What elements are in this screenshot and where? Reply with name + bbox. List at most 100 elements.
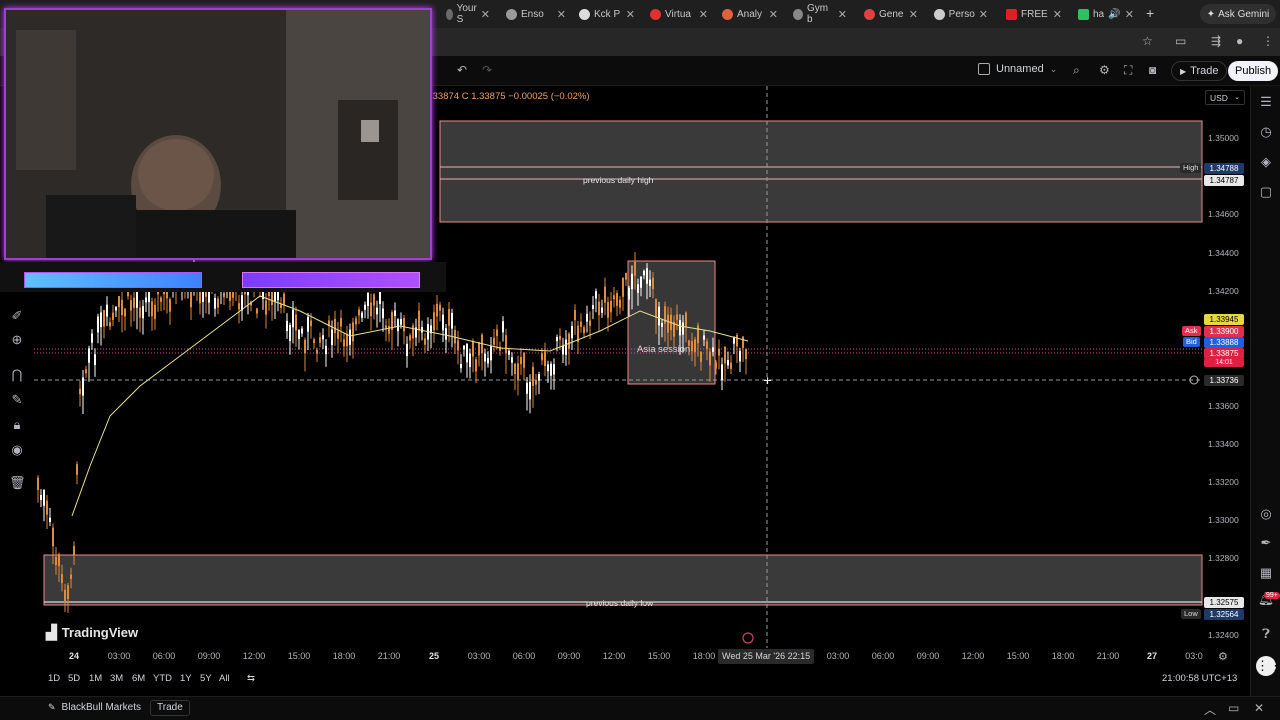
- ruler-icon[interactable]: ✐: [9, 308, 25, 324]
- time-tick: 06:00: [512, 651, 536, 661]
- candle-body: [502, 321, 504, 333]
- clock-timezone[interactable]: 21:00:58 UTC+13: [1162, 673, 1237, 684]
- range-1m[interactable]: 1M: [89, 673, 102, 684]
- search-icon[interactable]: ⌕: [1073, 63, 1080, 78]
- webcam-overlay: [0, 0, 446, 292]
- tab-favicon-icon: [1006, 8, 1017, 20]
- browser-tab[interactable]: Virtua ✕: [644, 3, 714, 25]
- browser-tab[interactable]: FREE ✕: [1000, 3, 1068, 25]
- range-1y[interactable]: 1Y: [180, 673, 192, 684]
- browser-tab[interactable]: Gym b ✕: [787, 3, 853, 25]
- candle-body: [589, 320, 591, 326]
- browser-tab[interactable]: Gene ✕: [858, 3, 924, 25]
- undo-icon[interactable]: ↶: [457, 63, 467, 77]
- close-icon[interactable]: ✕: [481, 8, 490, 21]
- speaker-icon[interactable]: 🔊: [1108, 9, 1120, 20]
- close-icon[interactable]: ✕: [699, 8, 708, 21]
- candle-body: [370, 302, 372, 317]
- pencil-lock-icon[interactable]: ✎: [9, 392, 25, 408]
- new-tab-button[interactable]: +: [1146, 5, 1154, 21]
- broker-trade-button[interactable]: Trade: [150, 700, 190, 716]
- target-icon[interactable]: ◎: [1257, 506, 1275, 522]
- magnet-icon[interactable]: ⋂: [9, 367, 25, 383]
- camera-icon[interactable]: ◙: [1149, 63, 1156, 77]
- lock-icon[interactable]: 🔒︎: [9, 417, 25, 433]
- chat-icon[interactable]: ▢: [1257, 184, 1275, 200]
- axis-settings-icon[interactable]: ⚙: [1218, 650, 1228, 663]
- close-icon[interactable]: ✕: [838, 8, 847, 21]
- close-icon[interactable]: ✕: [909, 8, 918, 21]
- range-all[interactable]: All: [219, 673, 230, 684]
- pen-tool-icon[interactable]: ✒: [1257, 535, 1275, 551]
- extensions-icon[interactable]: ⇶: [1211, 34, 1221, 48]
- close-icon[interactable]: ✕: [769, 8, 778, 21]
- browser-tab[interactable]: Perso ✕: [928, 3, 994, 25]
- time-tick: 21:00: [377, 651, 401, 661]
- ask-gemini-button[interactable]: ✦ Ask Gemini: [1200, 4, 1276, 24]
- range-3m[interactable]: 3M: [110, 673, 123, 684]
- range-1d[interactable]: 1D: [48, 673, 60, 684]
- range-6m[interactable]: 6M: [132, 673, 145, 684]
- candle-body: [568, 333, 570, 349]
- trash-icon[interactable]: 🗑︎: [9, 475, 26, 491]
- range-ytd[interactable]: YTD: [153, 673, 172, 684]
- broker-bar: ✎ BlackBull Markets Trade ︿ ▭ ✕: [0, 696, 1280, 720]
- layout-name-dropdown[interactable]: Unnamed ⌄: [978, 63, 1057, 75]
- browser-tab[interactable]: Enso ✕: [500, 3, 572, 25]
- date-range-icon[interactable]: ⇆: [247, 673, 255, 684]
- candle-body: [715, 362, 717, 369]
- time-tick: 09:00: [557, 651, 581, 661]
- close-icon[interactable]: ✕: [1125, 8, 1134, 21]
- candle-body: [661, 322, 663, 327]
- candle-body: [580, 321, 582, 327]
- settings-icon[interactable]: ⚙: [1099, 63, 1110, 77]
- eye-icon[interactable]: ◉: [9, 442, 25, 458]
- candle-body: [478, 342, 480, 356]
- candle-body: [523, 352, 525, 368]
- bookmark-star-icon[interactable]: ☆: [1142, 34, 1153, 48]
- watchlist-icon[interactable]: ☰: [1257, 94, 1275, 110]
- zoom-in-icon[interactable]: ⊕: [9, 332, 25, 348]
- close-icon[interactable]: ✕: [557, 8, 566, 21]
- time-axis[interactable]: 24 03:00 06:00 09:00 12:00 15:00 18:00 21:00 25 0…: [34, 648, 1250, 668]
- avatar[interactable]: ●: [1236, 34, 1243, 48]
- webcam-scene: [6, 10, 430, 258]
- browser-tab[interactable]: Your S ✕: [440, 3, 496, 25]
- layers-icon[interactable]: ◈: [1257, 154, 1275, 170]
- candle-body: [127, 291, 129, 297]
- browser-tab[interactable]: ha 🔊 ✕: [1072, 3, 1140, 25]
- time-tick: 03:00: [826, 651, 850, 661]
- browser-tab[interactable]: Kck P ✕: [573, 3, 641, 25]
- currency-selector[interactable]: USD ⌄: [1205, 90, 1245, 105]
- fullscreen-icon[interactable]: ⛶: [1124, 63, 1132, 78]
- tradingview-logo[interactable]: ▟ TradingView: [46, 624, 138, 641]
- candle-body: [307, 316, 309, 332]
- close-panel-icon[interactable]: ✕: [1254, 701, 1264, 715]
- close-icon[interactable]: ✕: [979, 8, 988, 21]
- close-icon[interactable]: ✕: [626, 8, 635, 21]
- calendar-icon[interactable]: ▦: [1257, 565, 1275, 581]
- candle-body: [295, 314, 297, 331]
- browser-tab[interactable]: Analy ✕: [716, 3, 784, 25]
- candle-body: [511, 357, 513, 363]
- apps-grid-icon[interactable]: ⋮⋮: [1256, 656, 1280, 676]
- collapse-up-icon[interactable]: ︿: [1204, 701, 1216, 718]
- broker-selector[interactable]: ✎ BlackBull Markets: [48, 702, 141, 713]
- range-5d[interactable]: 5D: [68, 673, 80, 684]
- help-icon[interactable]: ❓︎: [1257, 626, 1275, 642]
- maximize-panel-icon[interactable]: ▭: [1228, 701, 1239, 715]
- price-tick: 1.33600: [1208, 401, 1239, 411]
- tradingview-label: TradingView: [61, 625, 139, 640]
- publish-button[interactable]: Publish: [1228, 61, 1279, 81]
- trade-button[interactable]: ▶ Trade: [1171, 61, 1228, 81]
- alerts-clock-icon[interactable]: ◷: [1257, 124, 1275, 140]
- cast-icon[interactable]: ▭: [1175, 34, 1186, 48]
- candle-body: [724, 346, 726, 364]
- redo-icon[interactable]: ↷: [482, 63, 492, 77]
- close-icon[interactable]: ✕: [1053, 8, 1062, 21]
- candle-body: [403, 318, 405, 332]
- candle-body: [658, 306, 660, 326]
- range-5y[interactable]: 5Y: [200, 673, 212, 684]
- menu-icon[interactable]: ⋮: [1262, 34, 1274, 48]
- candle-body: [691, 341, 693, 352]
